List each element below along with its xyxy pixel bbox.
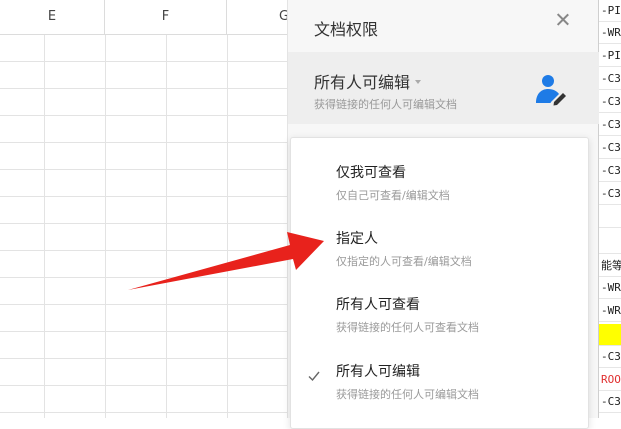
strip-cell[interactable]: -C3	[599, 114, 621, 136]
strip-cell[interactable]: -C3	[599, 160, 621, 182]
strip-cell[interactable]: ROO	[599, 369, 621, 391]
strip-cell[interactable]: -C3	[599, 68, 621, 90]
strip-cell[interactable]: -C3	[599, 137, 621, 159]
strip-cell[interactable]: -PI	[599, 45, 621, 67]
strip-cell[interactable]: -WR	[599, 22, 621, 44]
permission-option-label: 仅我可查看	[336, 165, 406, 181]
strip-cell[interactable]: -C3	[599, 391, 621, 413]
strip-cell[interactable]: -C3	[599, 183, 621, 205]
permission-option-2[interactable]: 指定人仅指定的人可查看/编辑文档	[291, 220, 588, 284]
strip-cell[interactable]	[599, 324, 621, 346]
permission-option-label: 所有人可编辑	[336, 364, 420, 380]
adjacent-sheet-strip: -PI -WR -PI -C3 -C3 -C3 -C3 -C3 -C3 能等 -WR -WR -C3 RO…	[598, 0, 621, 418]
permission-option-label: 所有人可查看	[336, 297, 420, 313]
strip-cell[interactable]: -WR	[599, 414, 621, 418]
current-permission-selector[interactable]: 所有人可编辑 获得链接的任何人可编辑文档	[288, 52, 599, 124]
spreadsheet-area: E F G	[0, 0, 289, 418]
current-permission-text: 所有人可编辑	[314, 73, 411, 92]
user-edit-icon	[536, 75, 566, 106]
permission-option-label: 指定人	[336, 231, 378, 247]
caret-down-icon	[415, 79, 422, 84]
permission-option-4[interactable]: 所有人可编辑获得链接的任何人可编辑文档	[291, 353, 588, 417]
document-permission-panel: 文档权限 所有人可编辑 获得链接的任何人可编辑文档 仅我可查看仅自己可查看/编辑…	[287, 0, 599, 429]
strip-cell[interactable]	[599, 206, 621, 228]
cell-grid[interactable]	[0, 35, 287, 418]
strip-cell[interactable]: 能等	[599, 255, 621, 277]
strip-cell[interactable]: -C3	[599, 346, 621, 368]
column-header-row: E F G	[0, 0, 289, 35]
current-permission-description: 获得链接的任何人可编辑文档	[314, 98, 457, 111]
strip-cell[interactable]: -WR	[599, 300, 621, 322]
close-icon[interactable]	[552, 10, 574, 32]
strip-cell[interactable]: -C3	[599, 91, 621, 113]
strip-cell[interactable]: -WR	[599, 277, 621, 299]
permission-option-1[interactable]: 仅我可查看仅自己可查看/编辑文档	[291, 154, 588, 218]
column-header-f[interactable]: F	[105, 0, 227, 34]
checkmark-icon	[308, 371, 320, 382]
permission-option-description: 仅自己可查看/编辑文档	[336, 189, 450, 202]
column-header-e[interactable]: E	[0, 0, 105, 34]
permission-option-description: 仅指定的人可查看/编辑文档	[336, 255, 472, 268]
permission-option-description: 获得链接的任何人可编辑文档	[336, 388, 479, 401]
panel-title: 文档权限	[314, 20, 379, 39]
permission-option-description: 获得链接的任何人可查看文档	[336, 321, 479, 334]
strip-cell[interactable]	[599, 232, 621, 254]
current-permission-label[interactable]: 所有人可编辑	[314, 69, 422, 93]
strip-cell[interactable]: -PI	[599, 0, 621, 22]
permission-options-dropdown: 仅我可查看仅自己可查看/编辑文档 指定人仅指定的人可查看/编辑文档 所有人可查看获得…	[290, 137, 589, 429]
column-header-g[interactable]: G	[227, 0, 289, 34]
permission-option-3[interactable]: 所有人可查看获得链接的任何人可查看文档	[291, 286, 588, 350]
